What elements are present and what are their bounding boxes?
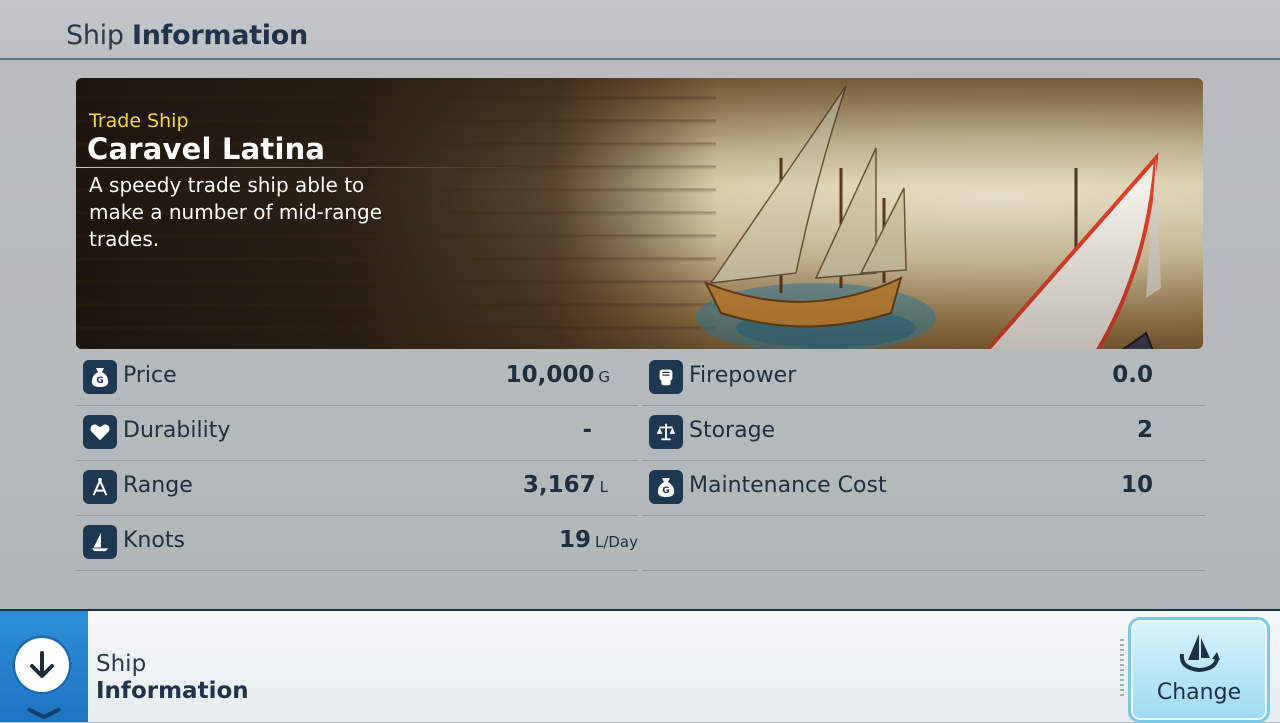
stat-value: 2 — [1136, 417, 1153, 443]
name-divider — [76, 167, 526, 168]
ship-description: A speedy trade ship able to make a numbe… — [89, 173, 383, 251]
stat-value: - — [582, 417, 592, 443]
stat-label: Storage — [689, 418, 776, 443]
stat-row-range: Range 3,167 L — [76, 460, 638, 516]
ship-type-label: Trade Ship — [89, 110, 189, 132]
stat-label: Firepower — [689, 363, 797, 388]
header-bar: Ship Information — [0, 0, 1280, 60]
footer-nav-tab[interactable] — [0, 611, 88, 722]
ship-stats: G Price 10,000 G Durability - Range 3,167… — [76, 350, 1206, 575]
stat-row-price: G Price 10,000 G — [76, 350, 638, 406]
stat-row-maintenance-cost: G Maintenance Cost 10 — [642, 460, 1205, 516]
fist-icon — [649, 360, 683, 394]
svg-text:G: G — [96, 376, 103, 386]
ship-banner: Trade Ship Caravel Latina A speedy trade… — [76, 78, 1203, 349]
stat-value: 0.0 — [1112, 362, 1153, 388]
footer-title: Ship Information — [96, 651, 249, 704]
ship-swap-icon — [1179, 634, 1220, 673]
stat-label: Durability — [123, 418, 231, 443]
stat-row-firepower: Firepower 0.0 — [642, 350, 1205, 406]
scales-icon — [649, 415, 683, 449]
stat-value: 19 L/Day — [558, 527, 638, 553]
stat-value: 10,000 G — [505, 362, 610, 388]
stat-row-storage: Storage 2 — [642, 405, 1205, 461]
chevron-down-icon — [27, 707, 61, 719]
change-button-label: Change — [1156, 680, 1242, 705]
sail-icon — [83, 525, 117, 559]
svg-text:G: G — [662, 486, 669, 496]
stat-label: Knots — [123, 528, 185, 553]
down-arrow-button[interactable] — [12, 635, 72, 695]
change-ship-button[interactable]: Change — [1128, 617, 1270, 723]
page-title: Ship Information — [66, 20, 308, 51]
stat-row-knots: Knots 19 L/Day — [76, 515, 638, 571]
divider-dots — [1120, 639, 1124, 699]
ship-name: Caravel Latina — [87, 132, 326, 166]
stat-row-empty — [642, 515, 1205, 571]
heart-icon — [83, 415, 117, 449]
stat-label: Maintenance Cost — [689, 473, 887, 498]
money-bag-icon: G — [83, 360, 117, 394]
arrow-down-icon — [30, 651, 54, 678]
compass-icon — [83, 470, 117, 504]
stat-value: 3,167 L — [522, 472, 608, 498]
stat-label: Range — [123, 473, 193, 498]
footer-bar: Ship Information Change — [0, 609, 1280, 723]
stat-label: Price — [123, 363, 177, 388]
money-bag-icon: G — [649, 470, 683, 504]
stat-value: 10 — [1120, 472, 1153, 498]
stat-row-durability: Durability - — [76, 405, 638, 461]
